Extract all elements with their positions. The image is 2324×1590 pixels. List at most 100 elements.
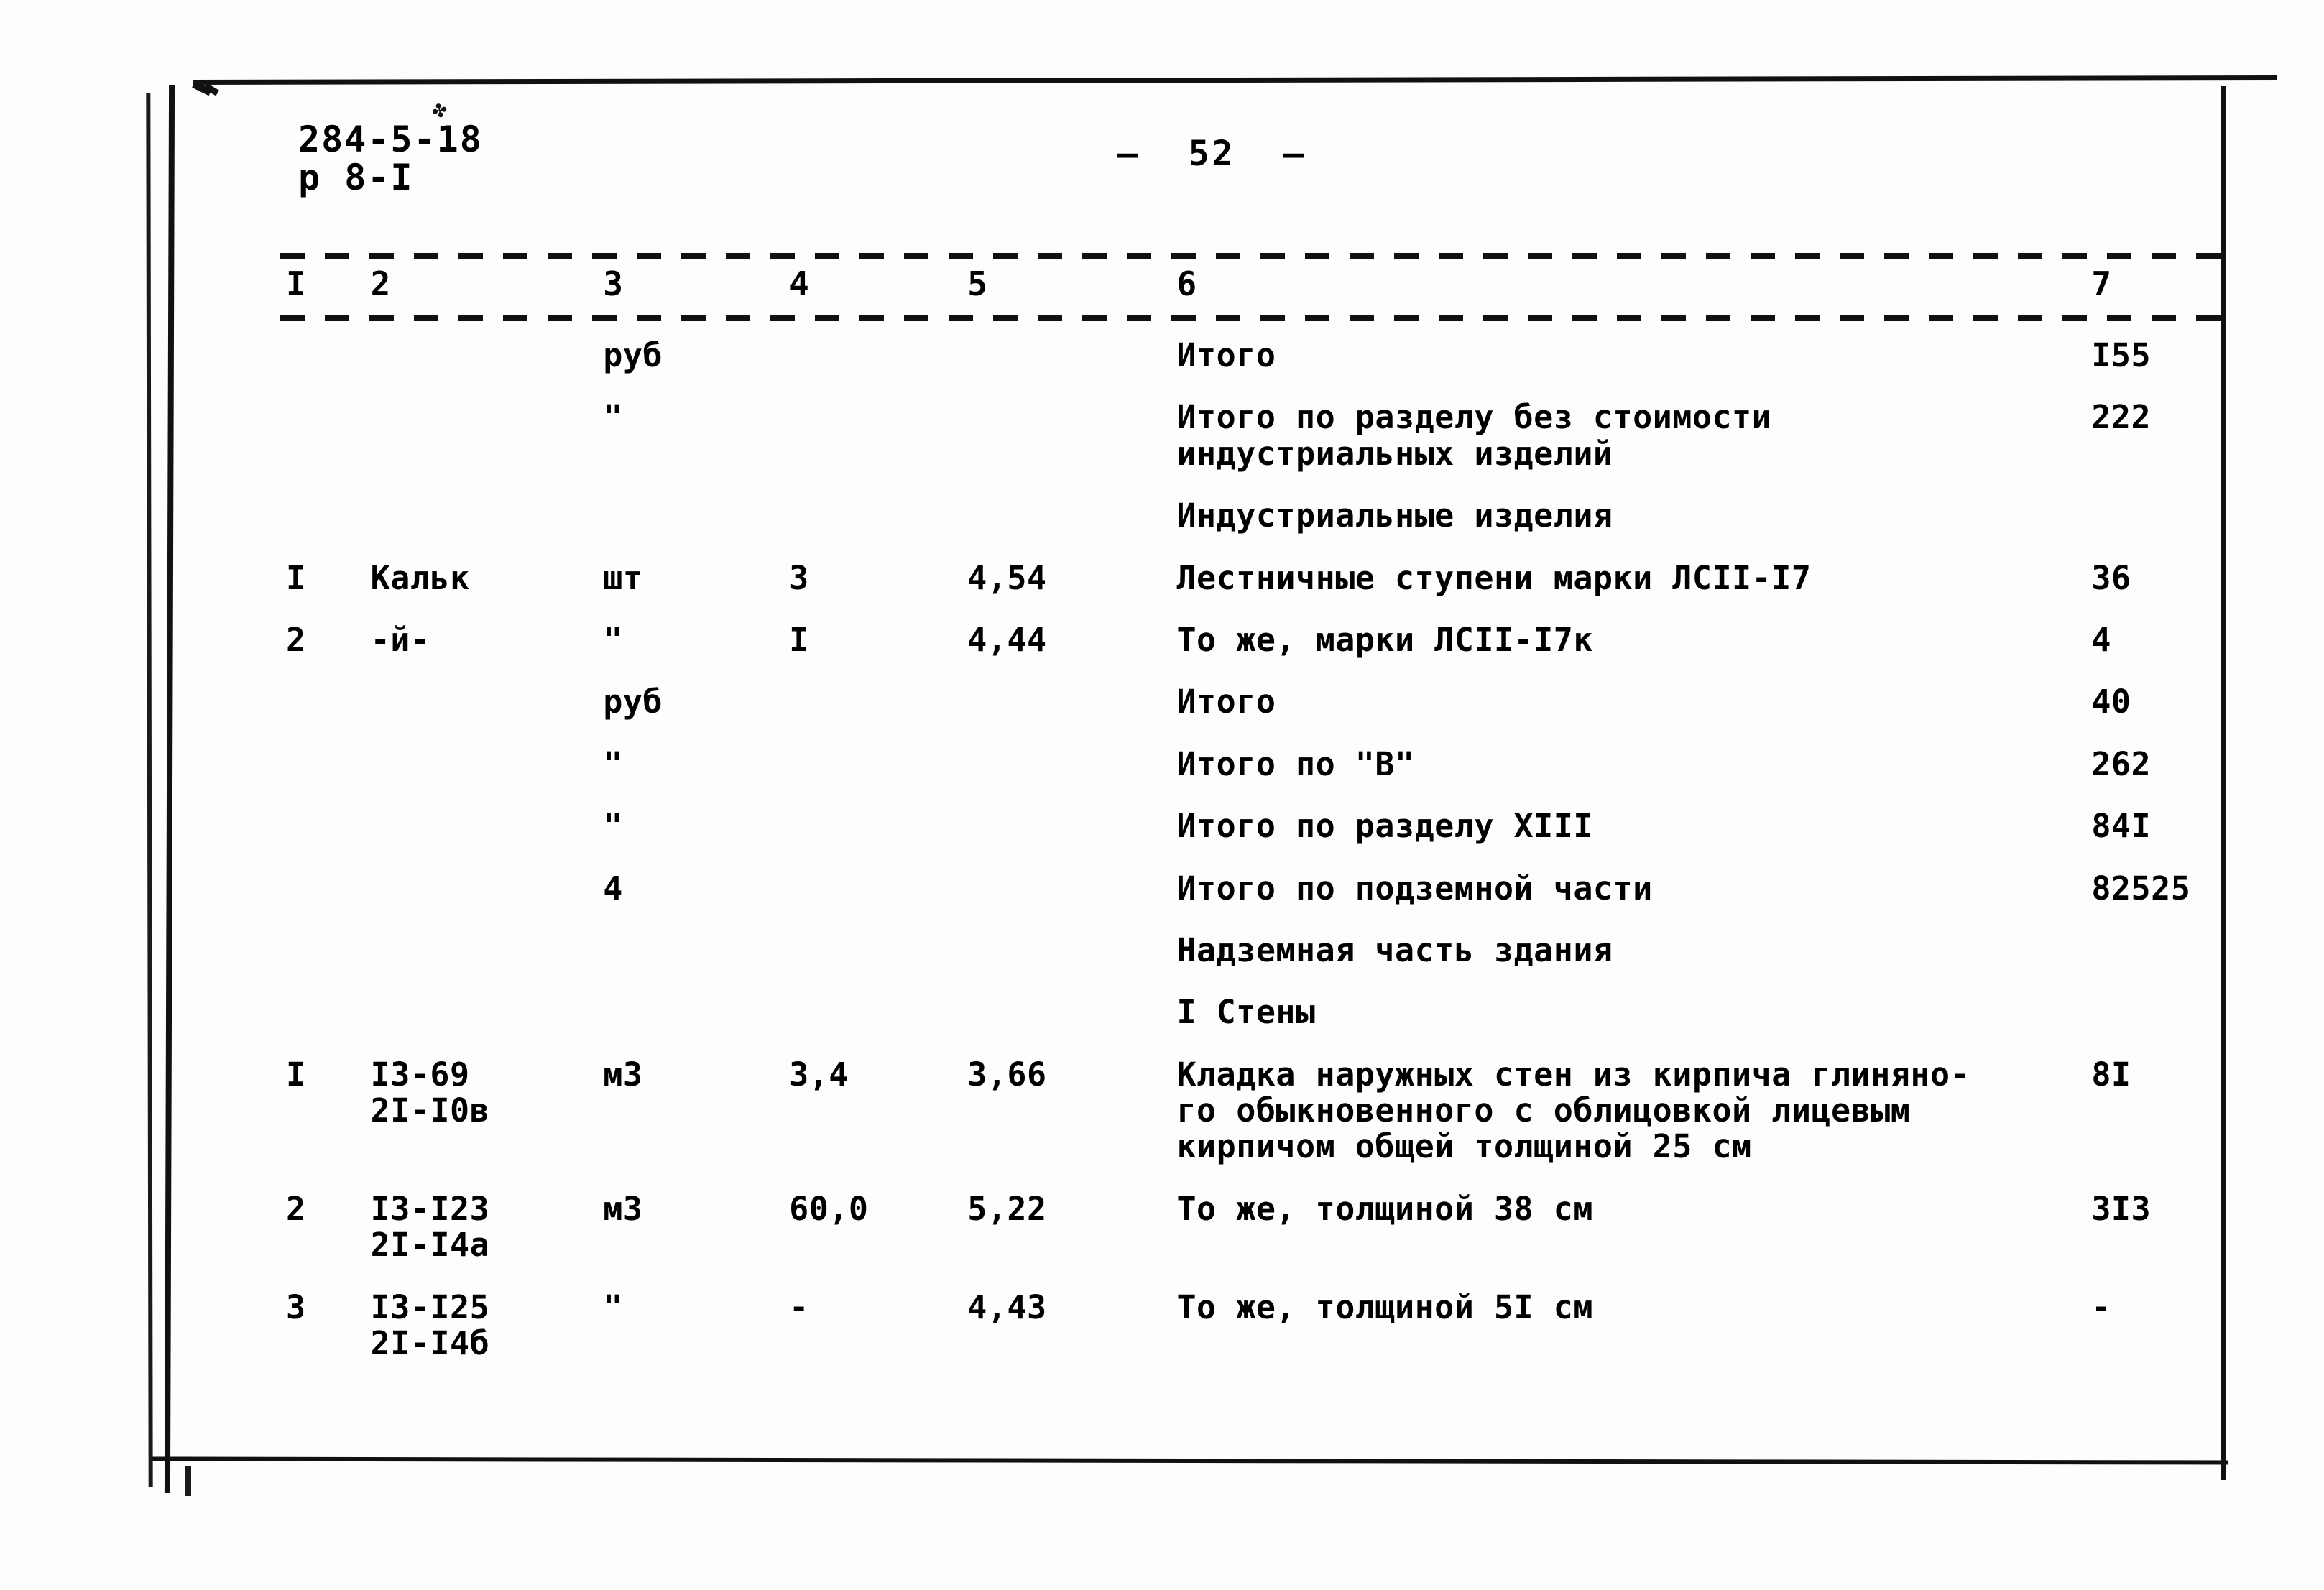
row-reference-code	[371, 858, 604, 920]
row-total: 3I3	[2091, 1189, 2152, 1228]
row-quantity	[789, 981, 967, 1043]
row-unit: м3	[603, 1189, 643, 1228]
row-quantity	[789, 920, 967, 981]
row-unit: руб	[603, 683, 663, 721]
table-row: руб Итого I55	[0, 325, 2324, 387]
row-total: 4	[2091, 620, 2111, 659]
table-row: " Итого по "В" 262	[0, 734, 2324, 795]
row-unit-price	[967, 920, 1176, 981]
row-unit	[603, 981, 789, 1043]
row-description: Итого по разделу ХIII	[1176, 807, 1593, 846]
row-quantity	[789, 325, 967, 387]
row-quantity: 3	[789, 558, 809, 597]
row-reference-code: Кальк	[370, 558, 470, 597]
row-description: Надземная часть здания	[1176, 930, 1613, 969]
row-item-number: 2	[286, 1189, 306, 1228]
row-unit: 4	[603, 869, 623, 907]
table-row: 2 -й- " I 4,44 То же, марки ЛСII-I7к 4	[0, 609, 2324, 671]
column-header-5: 5	[967, 264, 987, 303]
row-quantity: I	[789, 620, 809, 659]
page-frame-bottom-border	[152, 1456, 2228, 1465]
row-reference-code	[371, 325, 604, 387]
row-description: Итого	[1176, 683, 1276, 721]
row-unit: "	[603, 620, 623, 659]
row-item-number: 2	[286, 620, 306, 659]
row-item-number	[0, 734, 371, 795]
row-description: То же, марки ЛСII-I7к	[1176, 620, 1593, 659]
row-item-number	[0, 387, 371, 485]
row-quantity	[789, 485, 967, 547]
row-unit: "	[603, 398, 623, 437]
row-total: 36	[2091, 558, 2131, 597]
row-description: Индустриальные изделия	[1176, 496, 1613, 535]
column-header-3: 3	[603, 264, 623, 303]
document-code: 284-5-18 р 8-I ✤	[298, 93, 483, 197]
row-description: Итого по подземной части	[1176, 869, 1653, 907]
row-unit-price	[967, 485, 1176, 547]
row-item-number: I	[286, 1055, 306, 1094]
row-unit-price: 4,44	[967, 620, 1047, 659]
row-total	[2091, 981, 2324, 1043]
table-row: I Стены	[0, 981, 2324, 1043]
row-item-number	[0, 981, 371, 1043]
row-unit: м3	[603, 1055, 643, 1094]
row-description: Итого	[1176, 336, 1276, 374]
row-total: 262	[2091, 744, 2152, 783]
row-item-number	[0, 795, 371, 857]
document-page: 284-5-18 р 8-I ✤ — 52 — I 2 3 4 5 6 7 руб И…	[0, 0, 2324, 1590]
row-quantity: -	[789, 1288, 809, 1326]
row-reference-code: I3-I23 2I-I4а	[370, 1189, 490, 1265]
column-header-2: 2	[370, 264, 391, 303]
row-total: I55	[2091, 336, 2152, 374]
row-description: Итого по "В"	[1176, 744, 1415, 783]
row-reference-code: I3-I25 2I-I4б	[370, 1288, 490, 1363]
page-frame-top-border	[192, 75, 2277, 85]
row-unit	[603, 920, 789, 981]
row-item-number: 3	[286, 1288, 306, 1326]
row-unit-price: 5,22	[967, 1189, 1047, 1228]
row-unit: шт	[603, 558, 643, 597]
table-row: Индустриальные изделия	[0, 485, 2324, 547]
row-description: То же, толщиной 5I см	[1176, 1288, 1593, 1326]
row-unit-price	[967, 858, 1176, 920]
row-reference-code	[371, 981, 604, 1043]
row-quantity	[789, 858, 967, 920]
row-unit: "	[603, 744, 623, 783]
row-item-number	[0, 858, 371, 920]
row-unit-price	[967, 671, 1176, 733]
table-row: 2 I3-I23 2I-I4а м3 60,0 5,22 То же, толщиной …	[0, 1178, 2324, 1277]
table-row: Надземная часть здания	[0, 920, 2324, 981]
table-row: " Итого по разделу без стоимости индустри…	[0, 387, 2324, 485]
row-quantity	[789, 734, 967, 795]
row-unit-price	[967, 734, 1176, 795]
document-code-line-1: 284-5-18	[298, 119, 483, 160]
row-total: -	[2091, 1288, 2111, 1326]
row-reference-code	[371, 485, 604, 547]
table-row: " Итого по разделу ХIII 84I	[0, 795, 2324, 857]
row-total: 8I	[2091, 1055, 2131, 1094]
row-reference-code: I3-69 2I-I0в	[370, 1055, 490, 1130]
row-quantity	[789, 795, 967, 857]
column-header-6: 6	[1176, 264, 1197, 303]
row-total: 82525	[2091, 869, 2191, 907]
row-total: 222	[2091, 398, 2152, 437]
row-description: Кладка наружных стен из кирпича глиняно-…	[1176, 1055, 1970, 1166]
row-unit: "	[603, 807, 623, 846]
row-description: I Стены	[1176, 993, 1316, 1032]
row-reference-code	[371, 920, 604, 981]
row-unit-price	[967, 981, 1176, 1043]
table-row: 3 I3-I25 2I-I4б " - 4,43 То же, толщиной 5I с…	[0, 1277, 2324, 1375]
row-description: То же, толщиной 38 см	[1176, 1189, 1593, 1228]
row-description: Лестничные ступени марки ЛСII-I7	[1176, 558, 1812, 597]
row-quantity	[789, 671, 967, 733]
row-unit: руб	[603, 336, 663, 374]
table-row: 4 Итого по подземной части 82525	[0, 858, 2324, 920]
table-row: I Кальк шт 3 4,54 Лестничные ступени марки ЛС…	[0, 547, 2324, 609]
row-quantity: 3,4	[789, 1055, 849, 1094]
row-total: 84I	[2091, 807, 2152, 846]
row-quantity: 60,0	[789, 1189, 869, 1228]
row-reference-code	[371, 387, 604, 485]
row-item-number	[0, 485, 371, 547]
row-reference-code	[371, 734, 604, 795]
row-unit-price	[967, 795, 1176, 857]
